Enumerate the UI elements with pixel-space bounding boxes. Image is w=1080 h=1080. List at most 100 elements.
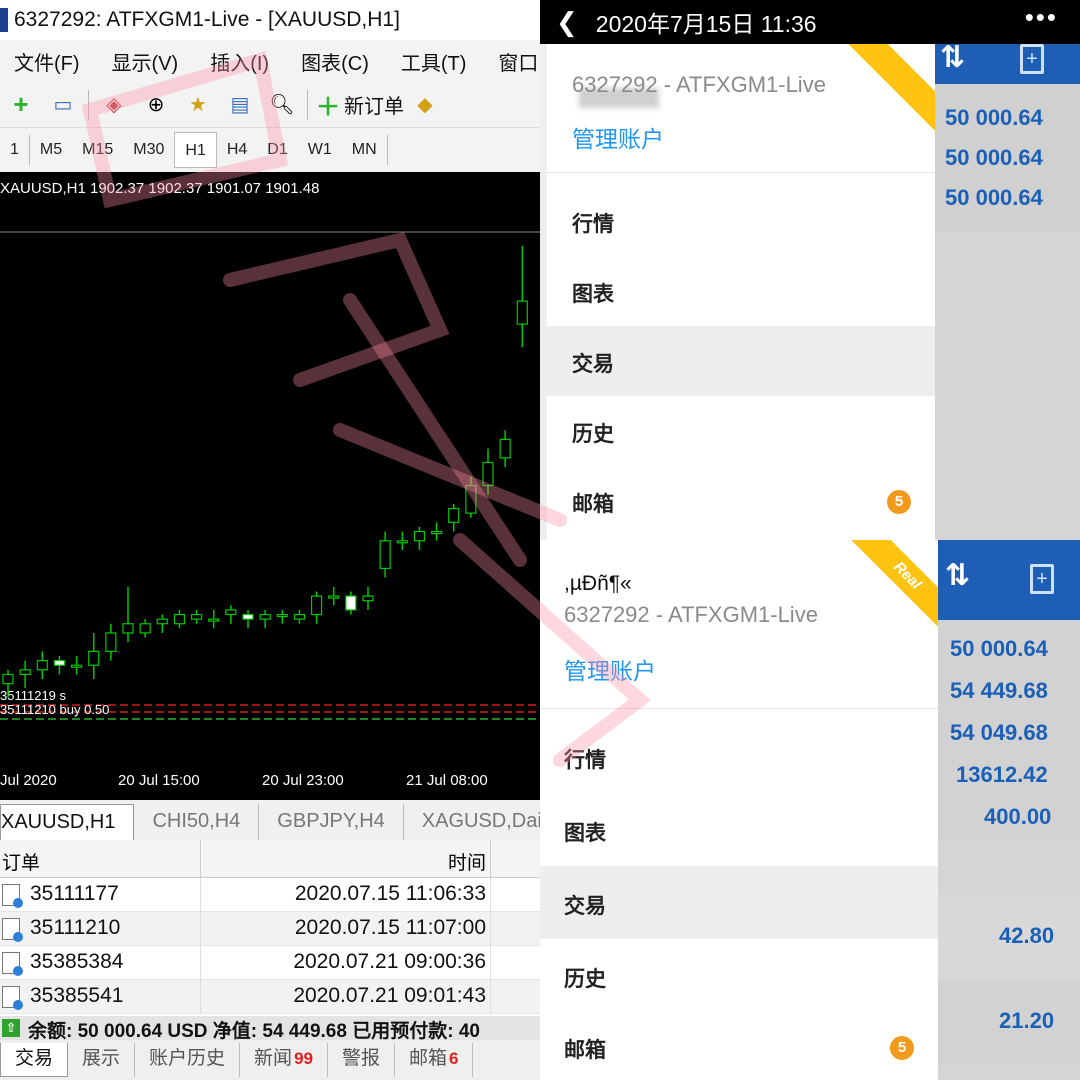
background-free-margin-value: 50 000.64 (945, 185, 1043, 210)
col-order-header[interactable]: 订单 (2, 848, 40, 875)
tf-d1[interactable]: D1 (257, 132, 297, 168)
chart-tab-chi50[interactable]: CHI50,H4 (134, 804, 260, 840)
nav-label: 行情 (564, 749, 606, 772)
mobile-screen-bottom: ⇅ + 50 000.64 54 449.68 54 049.68 13612.… (540, 540, 1080, 1080)
candle-body (328, 595, 340, 599)
nav-charts[interactable]: 图表 (540, 793, 938, 866)
x-tick-label: 20 Jul 15:00 (118, 772, 200, 789)
star-folder-icon: ★ (189, 94, 207, 116)
tab-exposure[interactable]: 展示 (68, 1043, 136, 1077)
expert-button[interactable]: ◆ (410, 90, 440, 120)
chart-tab-xauusd[interactable]: XAUUSD,H1 (0, 804, 135, 840)
terminal-button[interactable]: ▤ (225, 90, 255, 120)
gold-bar-icon: ◆ (417, 94, 433, 116)
tester-button[interactable]: 🔍︎ (267, 90, 297, 120)
sort-arrows-icon[interactable]: ⇅ (940, 40, 965, 75)
tf-h4[interactable]: H4 (217, 132, 257, 168)
nav-quotes[interactable]: 行情 (547, 186, 935, 256)
candle-body (242, 613, 254, 620)
column-divider (490, 878, 491, 912)
tab-label: 账户历史 (149, 1048, 226, 1069)
manage-accounts-link[interactable]: 管理账户 (564, 652, 656, 686)
new-chart-button[interactable]: + (6, 89, 36, 120)
arrow-up-icon: ⇧ (2, 1019, 20, 1037)
chart-tab-gbpjpy[interactable]: GBPJPY,H4 (259, 804, 404, 840)
order-number: 35385541 (30, 984, 124, 1007)
back-chevron-icon[interactable]: ❮ (556, 7, 578, 38)
drawer-divider (540, 708, 938, 709)
tab-label: 新闻 (254, 1048, 293, 1069)
nav-charts[interactable]: 图表 (547, 256, 935, 326)
nav-history[interactable]: 历史 (547, 396, 935, 466)
table-row[interactable]: 35385541 2020.07.21 09:01:43 (0, 980, 540, 1014)
terminal-header-row: 订单 时间 (0, 840, 540, 878)
price-chart[interactable]: 35111219 s 35111210 buy 0.50 Jul 2020 20 Ju… (0, 172, 540, 800)
real-badge: Real (844, 540, 938, 639)
nav-trade[interactable]: 交易 (547, 326, 935, 396)
menu-file[interactable]: 文件(F) (14, 47, 80, 76)
profiles-button[interactable]: ▭ (48, 90, 78, 120)
new-order-icon[interactable]: + (1020, 44, 1044, 74)
nav-history[interactable]: 历史 (540, 939, 938, 1012)
tab-label: 邮箱 (409, 1048, 448, 1069)
tf-m30[interactable]: M30 (123, 132, 174, 168)
crosshair-button[interactable]: ⊕ (141, 90, 171, 120)
nav-mailbox[interactable]: 邮箱 5 (547, 466, 935, 536)
tab-alerts[interactable]: 警报 (328, 1043, 395, 1077)
menu-window[interactable]: 窗口 (498, 47, 538, 76)
mobile-header-bar: ❮ 2020年7月15日 11:36 ••• (540, 0, 1080, 44)
new-order-button[interactable]: ＋ 新订单 (316, 87, 404, 122)
terminal-tabs: 交易 展示 账户历史 新闻 99 警报 邮箱 6 (0, 1040, 540, 1080)
menu-charts[interactable]: 图表(C) (301, 47, 369, 76)
tab-account-history[interactable]: 账户历史 (135, 1043, 241, 1077)
candle-body (379, 540, 391, 570)
tab-label: 交易 (15, 1048, 54, 1069)
navigator-button[interactable]: ★ (183, 90, 213, 120)
table-row[interactable]: 35111177 2020.07.15 11:06:33 (0, 878, 540, 912)
tf-m5[interactable]: M5 (30, 132, 72, 168)
chart-tab-xagusd[interactable]: XAGUSD,Dai (404, 804, 540, 840)
toolbar-divider (307, 89, 308, 120)
tab-mailbox[interactable]: 邮箱 6 (395, 1043, 474, 1077)
account-id: 6327292 - ATFXGM1-Live (572, 72, 826, 97)
nav-mailbox[interactable]: 邮箱 5 (540, 1012, 938, 1080)
navigation-drawer: Real ,µĐñ¶« 6327292 - ATFXGM1-Live 管理账户 … (540, 540, 938, 1080)
tf-m15[interactable]: M15 (72, 132, 123, 168)
new-order-icon[interactable]: + (1030, 564, 1054, 594)
real-account-ribbon: Real (818, 540, 938, 660)
candle-body (259, 613, 271, 620)
menu-insert[interactable]: 插入(I) (210, 47, 269, 76)
x-tick-label: 21 Jul 08:00 (406, 772, 488, 789)
window-icon: ▭ (53, 94, 73, 116)
nav-label: 历史 (564, 968, 606, 991)
more-options-icon[interactable]: ••• (1025, 2, 1058, 33)
menu-tools[interactable]: 工具(T) (401, 47, 467, 76)
market-watch-button[interactable]: ◈ (99, 90, 129, 120)
sort-arrows-icon[interactable]: ⇅ (945, 558, 970, 593)
balance-summary-row: ⇧ 余额: 50 000.64 USD 净值: 54 449.68 已用预付款: … (0, 1016, 540, 1042)
tf-mn[interactable]: MN (342, 132, 387, 168)
col-time-header[interactable]: 时间 (200, 848, 486, 875)
candle-body (139, 623, 151, 634)
nav-label: 邮箱 (564, 1039, 606, 1062)
candle-body (448, 507, 460, 523)
mt4-desktop-window: 6327292: ATFXGM1-Live - [XAUUSD,H1] 文件(F… (0, 0, 540, 1080)
menu-view[interactable]: 显示(V) (112, 47, 179, 76)
nav-quotes[interactable]: 行情 (540, 720, 938, 793)
tf-m1[interactable]: 1 (0, 132, 29, 168)
candlestick-chart[interactable]: 35111219 s35111210 buy 0.50 Jul 2020 20 Ju… (0, 172, 540, 800)
candle-body (173, 613, 186, 625)
nav-trade[interactable]: 交易 (540, 866, 938, 939)
table-row[interactable]: 35385384 2020.07.21 09:00:36 (0, 946, 540, 980)
candle-body (482, 461, 494, 487)
background-profit-value: 42.80 (999, 923, 1055, 948)
tab-news[interactable]: 新闻 99 (240, 1043, 328, 1077)
tf-h1[interactable]: H1 (174, 132, 217, 168)
tf-w1[interactable]: W1 (298, 132, 342, 168)
background-equity-value: 54 449.68 (950, 678, 1048, 703)
tab-trade[interactable]: 交易 (0, 1043, 69, 1077)
manage-accounts-link[interactable]: 管理账户 (572, 120, 664, 154)
candle-body (105, 632, 117, 652)
order-label: 35111219 s (0, 688, 67, 703)
table-row[interactable]: 35111210 2020.07.15 11:07:00 (0, 912, 540, 946)
